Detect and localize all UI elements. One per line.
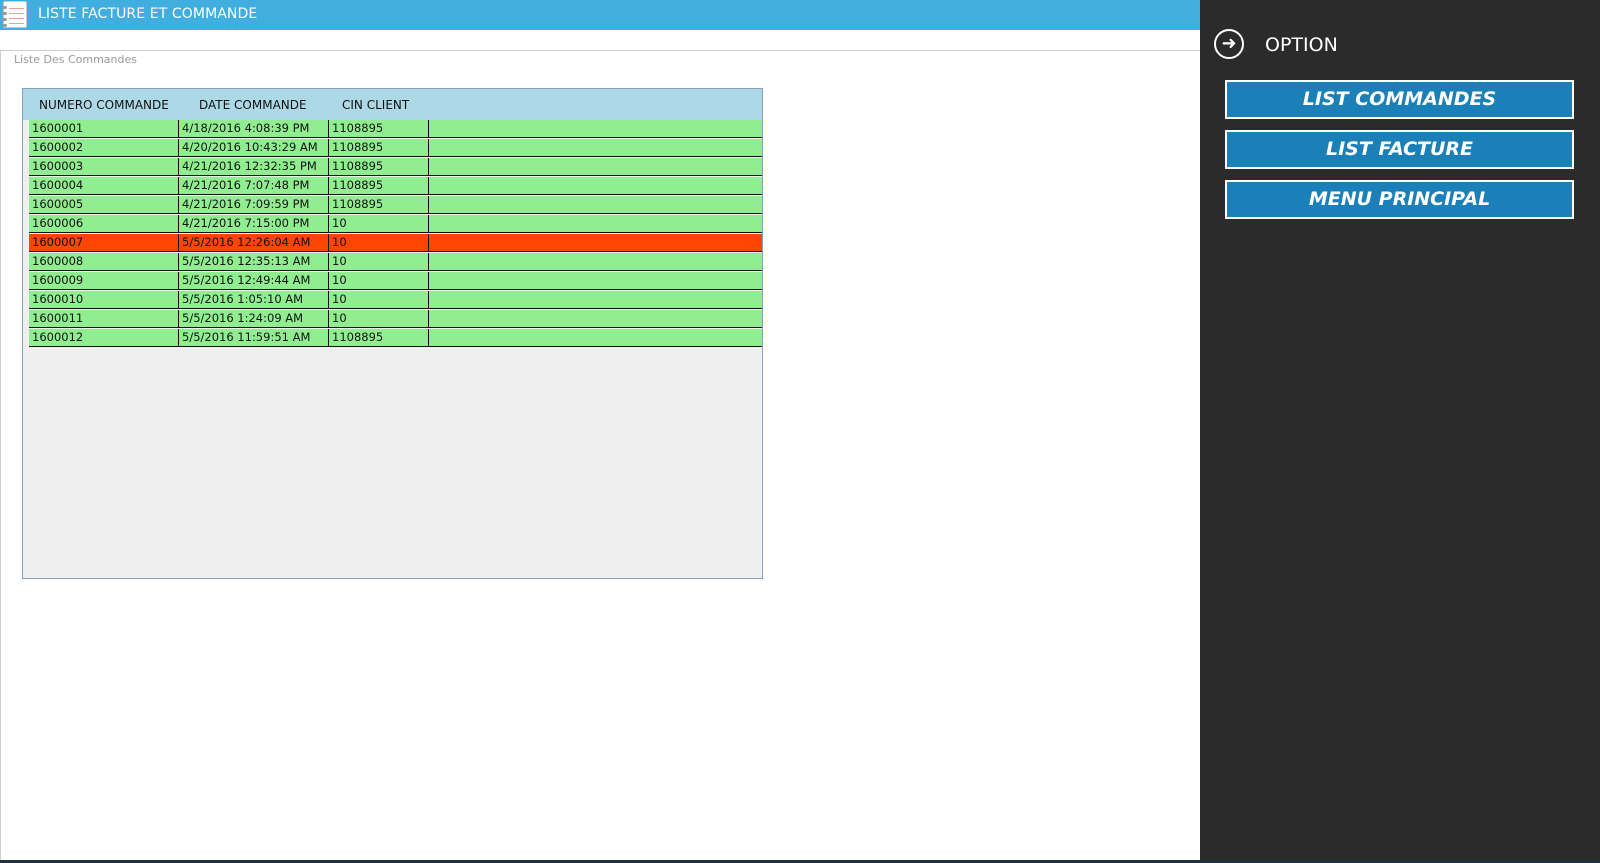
cell-cin: 10 [329,310,429,327]
main-window: LISTE FACTURE ET COMMANDE Liste Des Comm… [0,0,1200,863]
grid-rows: 1600001 4/18/2016 4:08:39 PM 1108895 160000… [29,120,762,348]
table-row[interactable]: 1600002 4/20/2016 10:43:29 AM 1108895 [29,139,762,157]
cell-cin: 1108895 [329,139,429,156]
column-header-cin[interactable]: CIN CLIENT [342,98,409,112]
cell-date: 5/5/2016 12:26:04 AM [179,234,329,251]
cell-date: 4/21/2016 7:07:48 PM [179,177,329,194]
cell-cin: 10 [329,215,429,232]
notebook-icon [2,1,27,28]
cell-date: 5/5/2016 11:59:51 AM [179,329,329,346]
cell-date: 4/20/2016 10:43:29 AM [179,139,329,156]
table-row[interactable]: 1600006 4/21/2016 7:15:00 PM 10 [29,215,762,233]
cell-cin: 1108895 [329,329,429,346]
cell-cin: 1108895 [329,177,429,194]
window-title: LISTE FACTURE ET COMMANDE [38,6,258,22]
table-row[interactable]: 1600001 4/18/2016 4:08:39 PM 1108895 [29,120,762,138]
table-row[interactable]: 1600003 4/21/2016 12:32:35 PM 1108895 [29,158,762,176]
cell-date: 4/21/2016 7:15:00 PM [179,215,329,232]
table-row[interactable]: 1600011 5/5/2016 1:24:09 AM 10 [29,310,762,328]
cell-date: 5/5/2016 12:49:44 AM [179,272,329,289]
table-row[interactable]: 1600008 5/5/2016 12:35:13 AM 10 [29,253,762,271]
cell-numero: 1600003 [29,158,179,175]
cell-cin: 10 [329,291,429,308]
cell-date: 4/21/2016 7:09:59 PM [179,196,329,213]
list-facture-button[interactable]: LIST FACTURE [1225,130,1574,169]
column-header-numero[interactable]: NUMERO COMMANDE [39,98,169,112]
cell-numero: 1600009 [29,272,179,289]
cell-cin: 10 [329,234,429,251]
cell-numero: 1600010 [29,291,179,308]
cell-date: 4/21/2016 12:32:35 PM [179,158,329,175]
cell-date: 5/5/2016 1:24:09 AM [179,310,329,327]
cell-numero: 1600002 [29,139,179,156]
table-row[interactable]: 1600009 5/5/2016 12:49:44 AM 10 [29,272,762,290]
group-label: Liste Des Commandes [14,53,137,66]
cell-numero: 1600005 [29,196,179,213]
table-row[interactable]: 1600012 5/5/2016 11:59:51 AM 1108895 [29,329,762,347]
cell-numero: 1600006 [29,215,179,232]
grid-header: NUMERO COMMANDE DATE COMMANDE CIN CLIENT [23,89,762,120]
cell-date: 5/5/2016 12:35:13 AM [179,253,329,270]
cell-numero: 1600011 [29,310,179,327]
cell-cin: 10 [329,253,429,270]
cell-cin: 1108895 [329,158,429,175]
cell-numero: 1600012 [29,329,179,346]
column-header-date[interactable]: DATE COMMANDE [199,98,307,112]
table-row[interactable]: 1600007 5/5/2016 12:26:04 AM 10 [29,234,762,252]
table-row[interactable]: 1600005 4/21/2016 7:09:59 PM 1108895 [29,196,762,214]
cell-cin: 1108895 [329,196,429,213]
table-row[interactable]: 1600010 5/5/2016 1:05:10 AM 10 [29,291,762,309]
cell-cin: 1108895 [329,120,429,137]
orders-grid[interactable]: NUMERO COMMANDE DATE COMMANDE CIN CLIENT… [22,88,763,579]
cell-date: 4/18/2016 4:08:39 PM [179,120,329,137]
list-commandes-button[interactable]: LIST COMMANDES [1225,80,1574,119]
cell-numero: 1600007 [29,234,179,251]
options-panel: ➜ OPTION LIST COMMANDES LIST FACTURE MEN… [1200,0,1600,863]
cell-numero: 1600001 [29,120,179,137]
panel-title: OPTION [1265,34,1338,56]
cell-numero: 1600004 [29,177,179,194]
title-bar: LISTE FACTURE ET COMMANDE [0,0,1200,30]
arrow-right-circle-icon[interactable]: ➜ [1214,29,1244,59]
cell-cin: 10 [329,272,429,289]
cell-numero: 1600008 [29,253,179,270]
menu-principal-button[interactable]: MENU PRINCIPAL [1225,180,1574,219]
cell-date: 5/5/2016 1:05:10 AM [179,291,329,308]
table-row[interactable]: 1600004 4/21/2016 7:07:48 PM 1108895 [29,177,762,195]
